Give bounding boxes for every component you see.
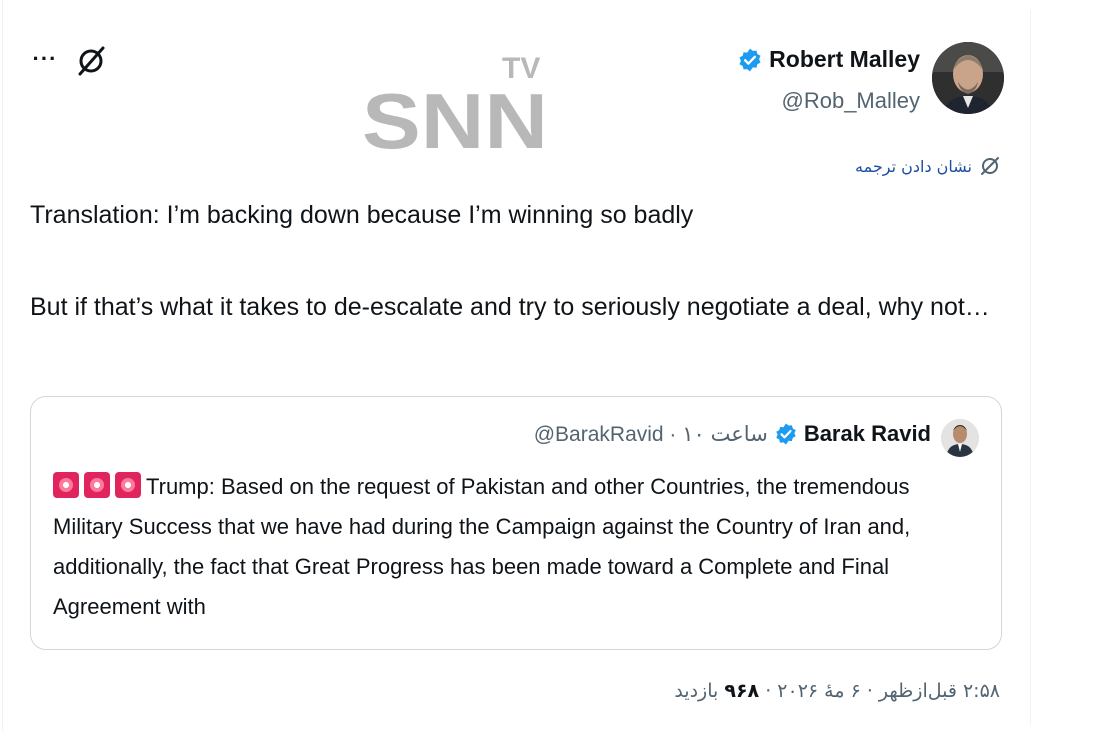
quoted-avatar-image	[941, 419, 979, 457]
verified-badge-icon	[739, 48, 761, 71]
divider	[2, 0, 3, 731]
avatar[interactable]	[932, 42, 1004, 114]
tweet-line: Translation: I’m backing down because I’…	[30, 201, 694, 229]
author-handle[interactable]: @Rob_Malley	[782, 88, 921, 114]
tweet-line: But if that’s what it takes to de-escala…	[30, 293, 990, 321]
translate-label[interactable]: نشان دادن ترجمه	[855, 157, 972, 176]
quoted-avatar[interactable]	[941, 419, 979, 457]
author-display-name[interactable]: Robert Malley	[769, 46, 920, 73]
tweet-timestamp-views: ۲:۵۸ قبل‌ازظهر · ۶ مهٔ ۲۰۲۶ · ۹۶۸ بازدید	[674, 680, 1000, 702]
quoted-text: Trump: Based on the request of Pakistan …	[53, 474, 911, 619]
snn-tv-watermark: TV SNN	[362, 52, 548, 156]
avatar-image	[932, 42, 1004, 114]
grok-icon	[78, 46, 105, 76]
author-name-row[interactable]: Robert Malley	[737, 46, 920, 73]
divider	[1030, 10, 1031, 725]
translate-icon	[981, 157, 999, 175]
more-icon: ···	[32, 46, 58, 71]
tweet-timestamp[interactable]: ۲:۵۸ قبل‌ازظهر · ۶ مهٔ ۲۰۲۶ ·	[765, 680, 1000, 702]
siren-emoji-icon	[84, 472, 110, 498]
show-translation-link[interactable]: نشان دادن ترجمه	[855, 154, 1002, 178]
quoted-author-row[interactable]: @BarakRavid · ۱۰ ساعت Barak Ravid	[534, 421, 931, 447]
tweet-view: ··· TV SNN Robert Malley @Rob_Malley نشا…	[0, 0, 1098, 731]
quoted-display-name[interactable]: Barak Ravid	[804, 421, 931, 447]
quoted-handle-time[interactable]: @BarakRavid · ۱۰ ساعت	[534, 422, 768, 447]
grok-button[interactable]	[74, 44, 108, 78]
siren-emoji-icon	[53, 472, 79, 498]
more-button[interactable]: ···	[30, 44, 60, 74]
quoted-tweet-text: Trump: Based on the request of Pakistan …	[53, 467, 983, 627]
svg-text:SNN: SNN	[362, 77, 548, 156]
siren-emoji-icon	[115, 472, 141, 498]
quoted-tweet-card[interactable]: @BarakRavid · ۱۰ ساعت Barak Ravid Trump:…	[30, 396, 1002, 650]
views-count: ۹۶۸	[724, 680, 760, 702]
tweet-text: Translation: I’m backing down because I’…	[30, 192, 990, 330]
verified-badge-icon	[776, 423, 796, 445]
views-label: بازدید	[674, 680, 719, 702]
